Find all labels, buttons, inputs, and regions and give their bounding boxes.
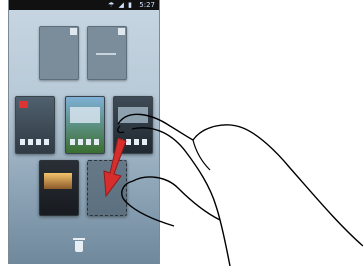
status-bar: ☂ ◢ ▮ 5:27 xyxy=(9,0,159,10)
trash-can xyxy=(75,241,83,252)
home-screen-panel-4[interactable] xyxy=(65,96,105,154)
home-screen-panel-6[interactable] xyxy=(39,160,79,216)
weather-widget xyxy=(70,107,100,123)
home-screen-panel-2[interactable] xyxy=(87,26,127,80)
trash-icon[interactable] xyxy=(73,238,85,252)
home-screen-panel-3[interactable] xyxy=(15,96,55,154)
trash-lid xyxy=(73,238,85,240)
home-screen-panel-1[interactable] xyxy=(39,26,79,80)
panel-corner xyxy=(70,28,77,35)
status-icons: ☂ ◢ ▮ xyxy=(108,1,133,9)
app-icons xyxy=(70,139,100,145)
status-time: 5:27 xyxy=(139,1,155,9)
hand-icon xyxy=(117,113,363,266)
app-icons xyxy=(20,139,50,145)
panel-divider xyxy=(96,53,116,55)
panel-corner xyxy=(118,28,125,35)
widget-icon xyxy=(19,101,28,108)
panel-thumbnail xyxy=(44,173,72,189)
